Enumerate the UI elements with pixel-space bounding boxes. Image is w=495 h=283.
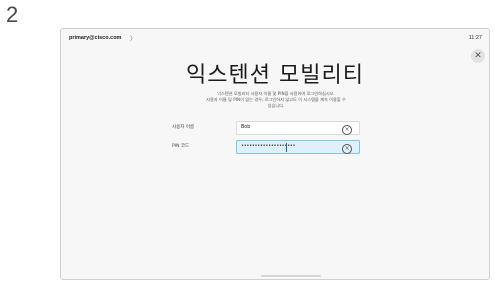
login-description: 익스텐션 모빌리티 사용자 이름 및 PIN을 사용하여 로그인하십시오. 사용… xyxy=(181,91,371,109)
text-cursor xyxy=(286,143,287,152)
clear-username-icon[interactable]: × xyxy=(342,124,352,135)
username-row: 사용자 이름 Bob × xyxy=(61,121,489,135)
home-indicator[interactable] xyxy=(261,275,321,277)
pin-label: PIN 코드 xyxy=(172,144,190,149)
username-label: 사용자 이름 xyxy=(172,125,195,130)
chevron-right-icon[interactable]: 〉 xyxy=(130,34,136,43)
clock: 11:27 xyxy=(468,35,482,41)
device-screen: primary@cisco.com 〉 11:27 ✕ 익스텐션 모빌리티 익스… xyxy=(60,28,490,280)
top-bar: primary@cisco.com 〉 11:27 xyxy=(61,29,489,47)
username-field[interactable]: Bob × xyxy=(236,121,360,135)
page-title: 익스텐션 모빌리티 xyxy=(186,63,364,88)
step-number: 2 xyxy=(6,2,19,27)
pin-value: •••••••••••••••••••• xyxy=(241,143,296,149)
clear-pin-icon[interactable]: × xyxy=(342,143,352,154)
pin-row: PIN 코드 •••••••••••••••••••• × xyxy=(61,140,489,154)
account-label[interactable]: primary@cisco.com xyxy=(69,35,121,41)
username-value: Bob xyxy=(241,125,251,130)
pin-field[interactable]: •••••••••••••••••••• × xyxy=(236,140,360,154)
description-line: 있습니다. xyxy=(267,103,285,108)
